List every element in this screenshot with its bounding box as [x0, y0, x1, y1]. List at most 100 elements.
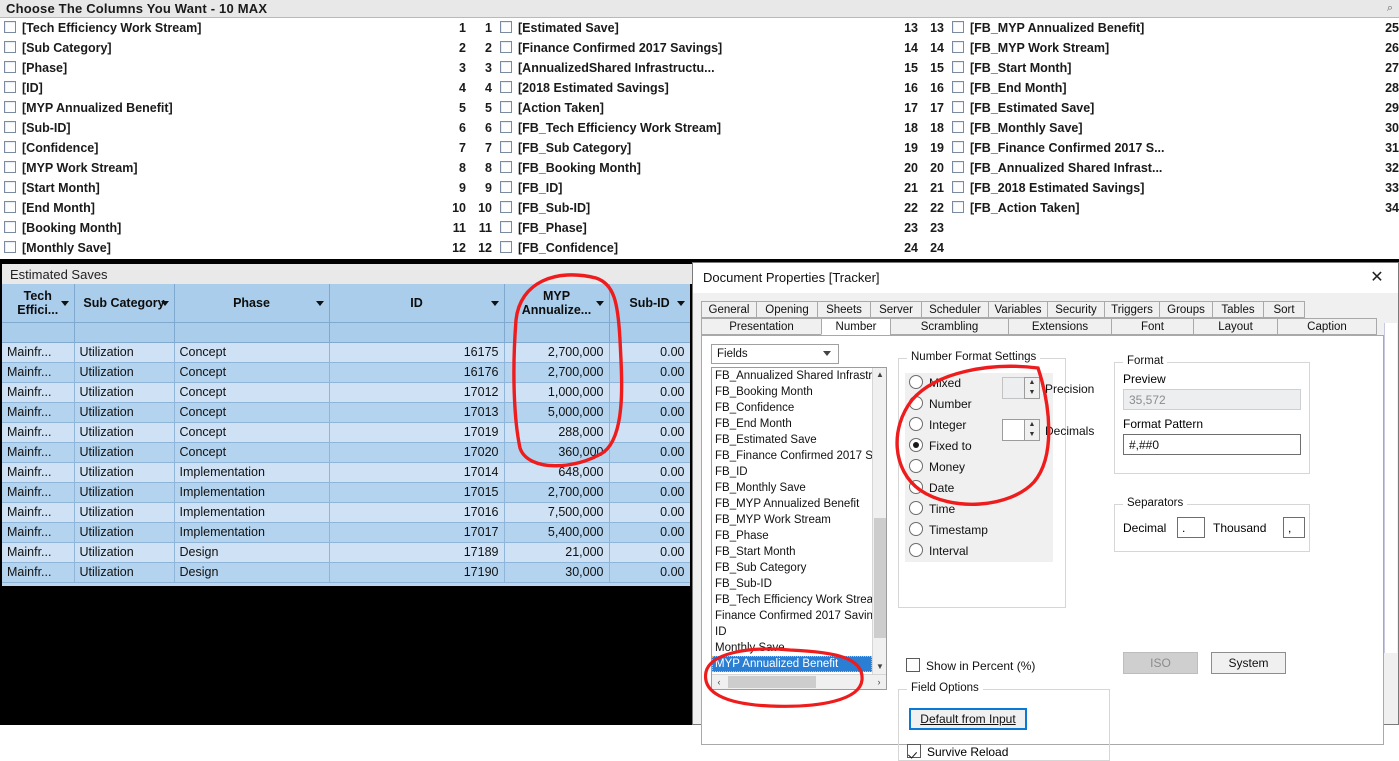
thousand-separator-input[interactable]: ,	[1283, 517, 1305, 538]
show-in-percent-checkbox[interactable]: Show in Percent (%)	[906, 658, 1035, 673]
table-row[interactable]: Mainfr... Utilization Implementation 17017 5…	[2, 522, 690, 543]
column-chooser-item[interactable]: [Sub-ID] 6	[0, 118, 466, 138]
field-list-item[interactable]: Finance Confirmed 2017 Savin	[712, 608, 872, 624]
scroll-left-icon[interactable]: ‹	[712, 675, 726, 689]
table-row[interactable]: Mainfr... Utilization Concept 16176 2,700,00…	[2, 362, 690, 383]
checkbox-icon[interactable]	[500, 241, 512, 253]
column-chooser-item[interactable]: 21 [FB_2018 Estimated Savings] 33	[918, 178, 1399, 198]
checkbox-icon[interactable]	[500, 61, 512, 73]
column-chooser-item[interactable]: 16 [FB_End Month] 28	[918, 78, 1399, 98]
number-format-option-time[interactable]: Time	[905, 499, 1053, 520]
checkbox-icon[interactable]	[500, 101, 512, 113]
checkbox-icon[interactable]	[4, 141, 16, 153]
checkbox-icon[interactable]	[952, 201, 964, 213]
field-list-item[interactable]: FB_Annualized Shared Infrastru	[712, 368, 872, 384]
checkbox-icon[interactable]	[4, 121, 16, 133]
tab-server[interactable]: Server	[870, 301, 922, 318]
checkbox-icon[interactable]	[4, 161, 16, 173]
column-chooser-item[interactable]: [Phase] 3	[0, 58, 466, 78]
field-list-item[interactable]: FB_Estimated Save	[712, 432, 872, 448]
checkbox-icon[interactable]	[4, 81, 16, 93]
checkbox-icon[interactable]	[952, 161, 964, 173]
column-chooser-item[interactable]: 10 [FB_Sub-ID] 22	[466, 198, 918, 218]
field-list-item[interactable]: FB_ID	[712, 464, 872, 480]
field-list-item[interactable]: MYP Annualized Benefit	[712, 656, 872, 672]
field-list-item[interactable]: FB_MYP Annualized Benefit	[712, 496, 872, 512]
tab-caption[interactable]: Caption	[1277, 318, 1377, 335]
checkbox-icon[interactable]	[500, 161, 512, 173]
table-row[interactable]: Mainfr... Utilization Implementation 17015 2…	[2, 482, 690, 503]
field-list-items[interactable]: FB_Annualized Shared Infrastru FB_Booking…	[712, 368, 872, 674]
checkbox-icon[interactable]	[4, 61, 16, 73]
checkbox-icon[interactable]	[4, 181, 16, 193]
column-chooser-item[interactable]: 5 [Action Taken] 17	[466, 98, 918, 118]
checkbox-icon[interactable]	[952, 181, 964, 193]
table-column-header[interactable]: Tech Effici...	[2, 284, 75, 323]
decimals-spin-down-icon[interactable]: ▼	[1025, 430, 1039, 440]
checkbox-icon[interactable]	[500, 141, 512, 153]
column-chooser-item[interactable]: [MYP Annualized Benefit] 5	[0, 98, 466, 118]
table-filter-cell[interactable]	[329, 322, 505, 343]
field-list-item[interactable]: FB_Tech Efficiency Work Strea	[712, 592, 872, 608]
checkbox-icon[interactable]	[500, 201, 512, 213]
column-chooser-item[interactable]: [MYP Work Stream] 8	[0, 158, 466, 178]
column-chooser-item[interactable]: 13 [FB_MYP Annualized Benefit] 25	[918, 18, 1399, 38]
checkbox-icon[interactable]	[500, 41, 512, 53]
field-list-item[interactable]: Monthly Save	[712, 640, 872, 656]
column-chooser-item[interactable]: [Start Month] 9	[0, 178, 466, 198]
column-chooser-item[interactable]: [Sub Category] 2	[0, 38, 466, 58]
field-list-vertical-scrollbar[interactable]: ▲ ▼	[872, 368, 886, 674]
field-list-item[interactable]: ID	[712, 624, 872, 640]
field-list-item[interactable]: FB_Booking Month	[712, 384, 872, 400]
table-column-header[interactable]: Sub Category	[74, 284, 175, 323]
checkbox-icon[interactable]	[952, 61, 964, 73]
checkbox-icon[interactable]	[952, 141, 964, 153]
column-chooser-item[interactable]: 22 [FB_Action Taken] 34	[918, 198, 1399, 218]
grid-scroll-area[interactable]: Tech Effici... Sub Category Phase ID MYP Ann…	[2, 284, 690, 586]
checkbox-icon[interactable]	[500, 81, 512, 93]
column-chooser-item[interactable]: 7 [FB_Sub Category] 19	[466, 138, 918, 158]
column-chooser-item[interactable]: 12 [FB_Confidence] 24	[466, 238, 918, 258]
column-chooser-item[interactable]: [Booking Month] 11	[0, 218, 466, 238]
table-filter-cell[interactable]	[174, 322, 330, 343]
table-column-header[interactable]: ID	[329, 284, 505, 323]
table-row[interactable]: Mainfr... Utilization Concept 16175 2,700,00…	[2, 342, 690, 363]
chevron-down-icon[interactable]	[160, 300, 169, 306]
table-column-header[interactable]: Phase	[174, 284, 330, 323]
column-chooser-item[interactable]: [Confidence] 7	[0, 138, 466, 158]
column-chooser-item[interactable]: 8 [FB_Booking Month] 20	[466, 158, 918, 178]
scroll-right-icon[interactable]: ›	[872, 675, 886, 689]
checkbox-icon[interactable]	[952, 21, 964, 33]
scroll-up-icon[interactable]: ▲	[873, 368, 886, 382]
column-chooser-item[interactable]: 4 [2018 Estimated Savings] 16	[466, 78, 918, 98]
hscroll-thumb[interactable]	[728, 676, 816, 688]
checkbox-icon[interactable]	[4, 101, 16, 113]
checkbox-icon[interactable]	[500, 181, 512, 193]
tab-triggers[interactable]: Triggers	[1104, 301, 1160, 318]
column-chooser-item[interactable]: 2 [Finance Confirmed 2017 Savings] 14	[466, 38, 918, 58]
tab-groups[interactable]: Groups	[1159, 301, 1213, 318]
column-chooser-item[interactable]: 14 [FB_MYP Work Stream] 26	[918, 38, 1399, 58]
field-list-item[interactable]: FB_Phase	[712, 528, 872, 544]
checkbox-icon[interactable]	[500, 121, 512, 133]
system-button[interactable]: System	[1211, 652, 1286, 674]
table-column-header[interactable]: MYP Annualize...	[504, 284, 610, 323]
tab-variables[interactable]: Variables	[988, 301, 1048, 318]
table-row[interactable]: Mainfr... Utilization Concept 17013 5,000,00…	[2, 402, 690, 423]
chevron-down-icon[interactable]	[595, 300, 604, 306]
column-chooser-item[interactable]: 3 [AnnualizedShared Infrastructu... 15	[466, 58, 918, 78]
table-row[interactable]: Mainfr... Utilization Concept 17012 1,000,00…	[2, 382, 690, 403]
checkbox-icon[interactable]	[4, 241, 16, 253]
chevron-down-icon[interactable]	[60, 300, 69, 306]
field-scope-combo[interactable]: Fields	[711, 344, 839, 364]
tab-font[interactable]: Font	[1111, 318, 1194, 335]
decimals-stepper[interactable]: ▲ ▼	[1002, 419, 1040, 441]
precision-spin-down-icon[interactable]: ▼	[1025, 388, 1039, 398]
field-list-item[interactable]: FB_MYP Work Stream	[712, 512, 872, 528]
survive-reload-checkbox[interactable]: Survive Reload	[907, 744, 1008, 759]
dialog-titlebar[interactable]: Document Properties [Tracker] ✕	[693, 263, 1398, 293]
column-chooser-item[interactable]: 17 [FB_Estimated Save] 29	[918, 98, 1399, 118]
checkbox-icon[interactable]	[952, 41, 964, 53]
table-column-header[interactable]: Sub-ID	[609, 284, 690, 323]
checkbox-icon[interactable]	[4, 221, 16, 233]
